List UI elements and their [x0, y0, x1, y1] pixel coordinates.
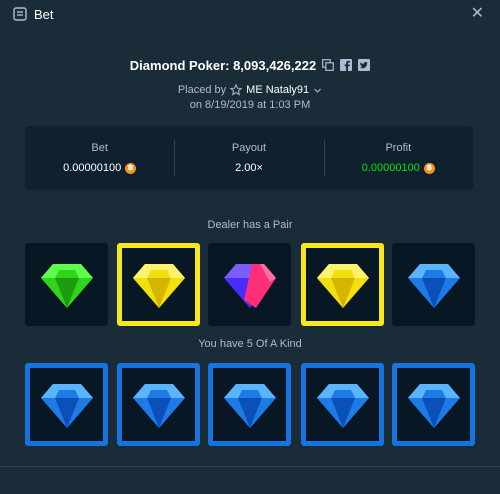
player-hand — [0, 363, 500, 446]
bitcoin-icon: ฿ — [423, 162, 435, 174]
blue-gem-icon — [407, 383, 460, 428]
yellow-gem-icon — [316, 263, 369, 308]
gem-card — [392, 243, 475, 326]
placed-by-label: Placed by — [177, 84, 227, 96]
bet-label: Bet — [91, 142, 108, 154]
profit-label: Profit — [385, 142, 412, 154]
close-icon[interactable]: ✕ — [471, 6, 484, 22]
bet-stats-panel: Bet 0.00000100 ฿ Payout 2.00× Profit 0.0… — [25, 126, 473, 190]
modal-header: Bet ✕ — [0, 0, 500, 30]
footer-divider — [0, 466, 500, 467]
copy-icon[interactable] — [322, 59, 335, 71]
blue-gem-icon — [132, 383, 185, 428]
green-gem-icon — [40, 263, 93, 308]
modal-title: Bet — [34, 7, 54, 22]
payout-label: Payout — [231, 142, 267, 154]
bet-value: 0.00000100 — [63, 162, 122, 174]
game-title-row: Diamond Poker: 8,093,426,222 — [0, 55, 500, 75]
game-title: Diamond Poker: 8,093,426,222 — [129, 57, 317, 73]
dealer-result: Dealer has a Pair — [207, 219, 293, 231]
placed-by-row: Placed by ME Nataly91 — [0, 84, 500, 96]
chevron-down-icon[interactable] — [313, 86, 322, 95]
payout-value: 2.00× — [235, 162, 263, 174]
stat-bet: Bet 0.00000100 ฿ — [25, 126, 174, 190]
profit-value: 0.00000100 — [361, 162, 420, 174]
gem-card — [25, 363, 108, 446]
bitcoin-icon: ฿ — [125, 162, 137, 174]
username[interactable]: ME Nataly91 — [246, 84, 309, 96]
player-result: You have 5 Of A Kind — [198, 338, 302, 350]
gem-card — [25, 243, 108, 326]
purple-gem-icon — [223, 263, 276, 308]
bet-value-row: 0.00000100 ฿ — [63, 162, 137, 174]
blue-gem-icon — [40, 383, 93, 428]
twitter-icon[interactable] — [358, 59, 371, 71]
star-icon — [230, 84, 243, 96]
gem-card — [117, 363, 200, 446]
gem-card — [208, 243, 291, 326]
gem-card — [301, 363, 384, 446]
gem-card — [208, 363, 291, 446]
facebook-icon[interactable] — [340, 59, 353, 71]
receipt-icon — [13, 7, 27, 21]
blue-gem-icon — [223, 383, 276, 428]
gem-card — [117, 243, 200, 326]
dealer-hand — [0, 243, 500, 326]
profit-value-row: 0.00000100 ฿ — [362, 162, 435, 174]
bet-date: on 8/19/2019 at 1:03 PM — [189, 99, 311, 111]
stat-profit: Profit 0.00000100 ฿ — [323, 126, 473, 190]
gem-card — [301, 243, 384, 326]
stat-payout: Payout 2.00× — [174, 126, 323, 190]
gem-card — [392, 363, 475, 446]
payout-value-row: 2.00× — [235, 162, 263, 174]
blue-gem-icon — [407, 263, 460, 308]
yellow-gem-icon — [132, 263, 185, 308]
blue-gem-icon — [316, 383, 369, 428]
